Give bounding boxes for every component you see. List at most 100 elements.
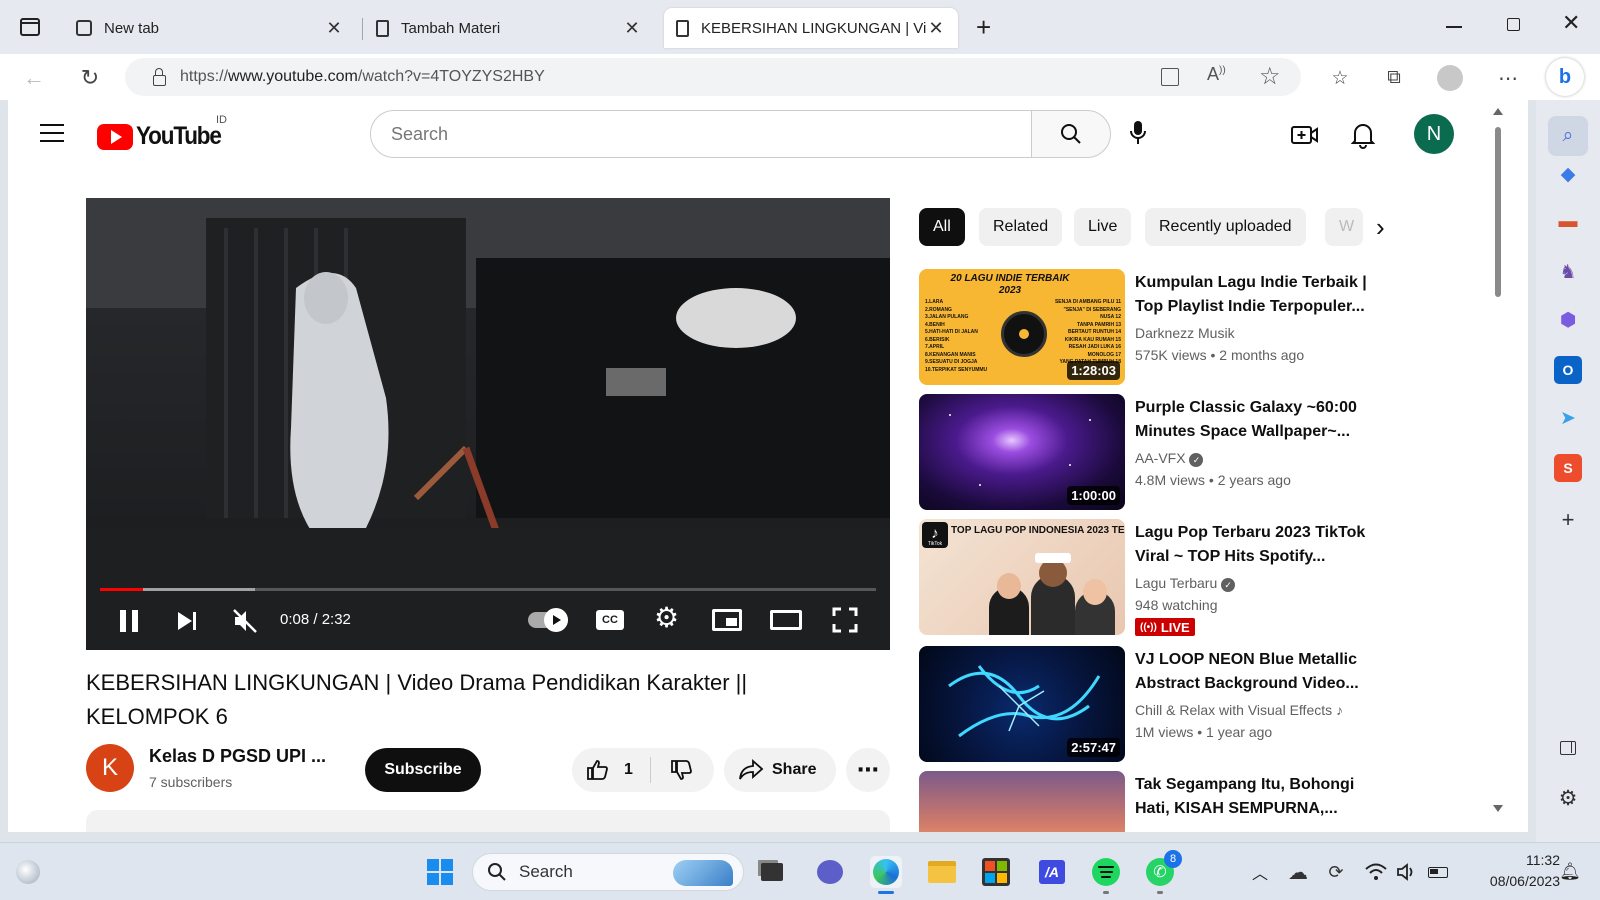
lock-icon bbox=[153, 67, 166, 86]
close-window-icon[interactable]: ✕ bbox=[1562, 10, 1580, 36]
chip-partial[interactable]: W bbox=[1325, 208, 1363, 246]
more-menu-icon[interactable]: ⋯ bbox=[1494, 64, 1522, 92]
more-actions-button[interactable]: ⋯ bbox=[846, 748, 890, 792]
clock-date[interactable]: 08/06/2023 bbox=[1466, 873, 1560, 889]
chips-next-icon[interactable]: › bbox=[1376, 212, 1385, 243]
vscode-style-app-icon[interactable]: /A bbox=[1036, 856, 1068, 888]
read-aloud-icon[interactable]: A)) bbox=[1207, 64, 1226, 85]
app-available-icon[interactable] bbox=[1161, 68, 1179, 86]
recommendation-4[interactable]: 2:57:47 VJ LOOP NEON Blue Metallic Abstr… bbox=[919, 646, 1389, 762]
miniplayer-icon[interactable] bbox=[712, 609, 742, 631]
verified-icon: ✓ bbox=[1221, 578, 1236, 592]
search-button[interactable] bbox=[1031, 110, 1111, 158]
tools-briefcase-icon[interactable]: ▬ bbox=[1554, 208, 1582, 236]
wifi-icon[interactable] bbox=[1360, 856, 1392, 888]
profile-icon[interactable] bbox=[1436, 64, 1464, 92]
microsoft-store-icon[interactable] bbox=[980, 856, 1012, 888]
address-bar[interactable]: https://www.youtube.com/watch?v=4TOYZYS2… bbox=[125, 58, 1301, 96]
close-tab-icon[interactable]: ✕ bbox=[324, 18, 344, 39]
scroll-up-icon[interactable] bbox=[1493, 108, 1503, 115]
scrollbar-thumb[interactable] bbox=[1495, 127, 1501, 297]
refresh-icon[interactable]: ↻ bbox=[76, 64, 104, 92]
new-tab-button[interactable]: + bbox=[976, 12, 991, 43]
account-avatar[interactable]: N bbox=[1414, 114, 1454, 154]
outlook-icon[interactable]: O bbox=[1554, 356, 1582, 384]
menu-icon[interactable] bbox=[40, 124, 64, 142]
add-sidebar-app-icon[interactable]: + bbox=[1554, 506, 1582, 534]
bing-copilot-icon[interactable]: b bbox=[1546, 58, 1584, 96]
channel-name[interactable]: Kelas D PGSD UPI ... bbox=[149, 746, 326, 767]
tab-actions-icon[interactable] bbox=[20, 18, 40, 36]
channel-label: Lagu Terbaru bbox=[1135, 575, 1218, 591]
recommendation-2[interactable]: 1:00:00 Purple Classic Galaxy ~60:00 Min… bbox=[919, 394, 1389, 510]
chip-recently-uploaded[interactable]: Recently uploaded bbox=[1145, 208, 1306, 246]
sidebar-settings-icon[interactable]: ⚙ bbox=[1554, 784, 1582, 812]
task-view-icon[interactable] bbox=[756, 856, 788, 888]
shopping-tag-icon[interactable]: ◆ bbox=[1554, 160, 1582, 188]
tab-tambah-materi[interactable]: Tambah Materi ✕ bbox=[364, 8, 654, 48]
weather-widget-icon[interactable] bbox=[12, 856, 44, 888]
recommendation-3[interactable]: ♪ TikTok TOP LAGU POP INDONESIA 2023 TER… bbox=[919, 519, 1389, 636]
theater-mode-icon[interactable] bbox=[770, 610, 802, 630]
channel-avatar[interactable]: K bbox=[86, 744, 134, 792]
volume-icon[interactable] bbox=[1390, 856, 1422, 888]
show-hidden-icons-chevron-icon[interactable]: ︿ bbox=[1244, 856, 1276, 888]
favorite-star-icon[interactable]: ☆ bbox=[1259, 62, 1281, 91]
restore-icon[interactable] bbox=[1507, 18, 1520, 31]
clock-time[interactable]: 11:32 bbox=[1480, 852, 1560, 868]
next-icon[interactable] bbox=[176, 610, 198, 637]
close-tab-icon[interactable]: ✕ bbox=[622, 18, 642, 39]
video-title: Tak Segampang Itu, Bohongi Hati, KISAH S… bbox=[1135, 776, 1355, 817]
share-button[interactable]: Share bbox=[724, 748, 836, 792]
notification-bell-icon[interactable]: 🔔︎ bbox=[1554, 856, 1586, 888]
microsoft-365-icon[interactable]: ⬢ bbox=[1554, 306, 1582, 334]
search-input[interactable]: Search bbox=[370, 110, 1032, 158]
youtube-logo[interactable]: YouTube bbox=[97, 122, 230, 151]
teams-chat-icon[interactable] bbox=[814, 856, 846, 888]
video-player[interactable]: 0:08 / 2:32 CC ⚙ bbox=[86, 198, 890, 650]
edge-browser-icon[interactable] bbox=[870, 856, 902, 894]
microphone-icon[interactable] bbox=[1128, 120, 1148, 151]
sidebar-layout-icon[interactable] bbox=[1554, 734, 1582, 762]
settings-gear-icon[interactable]: ⚙ bbox=[654, 604, 679, 632]
page-scrollbar[interactable] bbox=[1492, 108, 1504, 812]
chip-live[interactable]: Live bbox=[1074, 208, 1132, 246]
subscribe-button[interactable]: Subscribe bbox=[365, 748, 481, 792]
tab-new-tab[interactable]: New tab ✕ bbox=[64, 8, 356, 48]
collections-icon[interactable]: ⧉ bbox=[1380, 64, 1408, 92]
taskbar-search-box[interactable]: Search bbox=[472, 853, 744, 891]
pause-icon[interactable] bbox=[120, 610, 138, 632]
muted-volume-icon[interactable] bbox=[232, 608, 258, 639]
recommendation-5[interactable]: Tak Segampang Itu, Bohongi Hati, KISAH S… bbox=[919, 771, 1389, 832]
share-arrow-icon bbox=[739, 759, 764, 780]
minimize-icon[interactable] bbox=[1446, 26, 1462, 28]
create-video-icon[interactable] bbox=[1291, 124, 1319, 151]
autoplay-toggle[interactable] bbox=[528, 608, 568, 632]
scroll-down-icon[interactable] bbox=[1493, 805, 1503, 812]
close-tab-icon[interactable]: ✕ bbox=[926, 18, 946, 39]
shopee-icon[interactable]: S bbox=[1554, 454, 1582, 482]
games-icon[interactable]: ♞ bbox=[1554, 258, 1582, 286]
upload-age: 1 year ago bbox=[1206, 724, 1273, 740]
fullscreen-icon[interactable] bbox=[832, 607, 858, 638]
spotify-icon[interactable] bbox=[1090, 856, 1122, 894]
recommendation-1[interactable]: 20 LAGU INDIE TERBAIK 2023 1.LARA 2.ROMAN… bbox=[919, 269, 1389, 385]
like-button[interactable]: 1 bbox=[572, 748, 650, 792]
chip-related[interactable]: Related bbox=[979, 208, 1063, 246]
send-drop-icon[interactable]: ➤ bbox=[1554, 404, 1582, 432]
whatsapp-icon[interactable]: ✆ 8 bbox=[1144, 850, 1182, 894]
battery-icon[interactable] bbox=[1422, 856, 1454, 888]
tab-kebersihan-lingkungan[interactable]: KEBERSIHAN LINGKUNGAN | Vid ✕ bbox=[664, 8, 958, 48]
chip-all[interactable]: All bbox=[919, 208, 965, 246]
progress-bar[interactable] bbox=[100, 588, 876, 591]
file-explorer-icon[interactable] bbox=[926, 856, 958, 888]
onedrive-cloud-icon[interactable]: ☁ bbox=[1282, 856, 1314, 888]
notifications-bell-icon[interactable] bbox=[1350, 121, 1376, 154]
sync-icon[interactable]: ⟳ bbox=[1320, 856, 1352, 888]
back-icon[interactable]: ← bbox=[20, 64, 48, 92]
start-windows-icon[interactable] bbox=[424, 856, 456, 888]
dislike-button[interactable] bbox=[651, 748, 713, 792]
search-sidebar-icon[interactable]: ⌕ bbox=[1548, 116, 1588, 156]
captions-icon[interactable]: CC bbox=[596, 610, 624, 630]
favorites-icon[interactable]: ☆ bbox=[1326, 64, 1354, 92]
